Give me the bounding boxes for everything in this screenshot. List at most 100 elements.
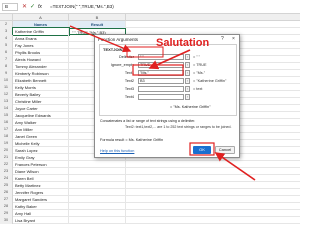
text3-input[interactable] [138,86,184,92]
check-icon[interactable]: ✓ [30,3,35,11]
name-cell[interactable]: Betty Martinez [13,182,69,189]
row-number[interactable]: 21 [0,154,13,161]
row-number[interactable]: 2 [0,21,13,28]
name-cell[interactable]: Christine Miller [13,98,69,105]
row-number[interactable]: 3 [0,28,13,35]
ignore-empty-input[interactable]: TRUE [138,62,184,68]
name-cell[interactable]: Frances Peterson [13,161,69,168]
formula-input[interactable]: =TEXTJOIN(" ",TRUE,"Ms.",B3) [48,2,298,12]
name-cell[interactable]: Sarah Lopez [13,147,69,154]
cancel-icon[interactable]: ✕ [22,3,27,11]
row-number[interactable]: 12 [0,91,13,98]
result-cell[interactable] [69,196,126,203]
table-row: 30 Lisa Bryant [0,217,300,224]
name-cell[interactable]: Kimberly Robinson [13,70,69,77]
delimiter-input[interactable]: " " [138,54,184,60]
name-cell[interactable]: Phyllis Brooks [13,49,69,56]
header-names[interactable]: Names [13,21,69,28]
name-cell[interactable]: Joyce Carter [13,105,69,112]
range-select-icon[interactable]: ↑ [185,54,190,60]
function-name: TEXTJOIN [103,47,123,52]
row-number[interactable]: 22 [0,161,13,168]
row-number[interactable]: 11 [0,84,13,91]
name-cell[interactable]: Amy Walker [13,119,69,126]
result-cell[interactable] [69,210,126,217]
name-cell[interactable]: Amy Hall [13,210,69,217]
text1-input[interactable]: "Ms." [138,70,184,76]
text4-input[interactable] [138,94,184,100]
name-cell[interactable]: Lisa Bryant [13,217,69,224]
select-all-corner[interactable] [0,14,13,21]
result-cell[interactable] [69,189,126,196]
row-number[interactable]: 5 [0,42,13,49]
name-box[interactable]: B [2,3,18,11]
row-number[interactable]: 30 [0,217,13,224]
range-select-icon[interactable]: ↑ [185,78,190,84]
name-cell[interactable]: Karen Bell [13,175,69,182]
name-cell[interactable]: Elizabeth Bennett [13,77,69,84]
name-cell[interactable]: Katherine Griffin [12,27,70,36]
row-number[interactable]: 7 [0,56,13,63]
name-cell[interactable]: Alexis Howard [13,56,69,63]
text2-input[interactable]: B3 [138,78,184,84]
row-number[interactable]: 25 [0,182,13,189]
name-cell[interactable]: Jennifer Rogers [13,189,69,196]
name-cell[interactable]: Diane Wilson [13,168,69,175]
row-number[interactable]: 24 [0,175,13,182]
result-cell[interactable] [69,217,126,224]
cancel-button[interactable]: Cancel [215,146,235,154]
row-number[interactable]: 20 [0,147,13,154]
name-cell[interactable]: Michelle Kelly [13,140,69,147]
row-number[interactable]: 13 [0,98,13,105]
result-cell[interactable] [69,175,126,182]
table-row: 24 Karen Bell [0,175,300,182]
row-number[interactable]: 8 [0,63,13,70]
row-number[interactable]: 18 [0,133,13,140]
name-cell[interactable]: Margaret Sanders [13,196,69,203]
fx-icon[interactable]: fx [38,3,42,11]
result-cell[interactable] [69,182,126,189]
name-cell[interactable]: Tommy Alexander [13,63,69,70]
row-number[interactable]: 10 [0,77,13,84]
name-cell[interactable]: Fay Jones [13,42,69,49]
range-select-icon[interactable]: ↑ [185,62,190,68]
help-link[interactable]: Help on this function [100,149,134,153]
table-row: 22 Frances Peterson [0,161,300,168]
result-cell[interactable] [69,161,126,168]
row-number[interactable]: 16 [0,119,13,126]
row-number[interactable]: 15 [0,112,13,119]
row-number[interactable]: 4 [0,35,13,42]
help-icon[interactable]: ? [221,36,224,42]
result-cell[interactable] [69,203,126,210]
range-select-icon[interactable]: ↑ [185,70,190,76]
row-number[interactable]: 17 [0,126,13,133]
range-select-icon[interactable]: ↑ [185,94,190,100]
name-cell[interactable]: Ann Miller [13,126,69,133]
arguments-group: TEXTJOIN Delimiter " " ↑ = " " Ignore_em… [99,44,237,116]
row-number[interactable]: 27 [0,196,13,203]
row-number[interactable]: 6 [0,49,13,56]
column-header-b[interactable]: B [69,14,126,21]
row-number[interactable]: 26 [0,189,13,196]
result-cell[interactable] [69,168,126,175]
name-cell[interactable]: Beverly Bailey [13,91,69,98]
argument-description: Text2: text1,text2,... are 1 to 252 text… [125,125,232,129]
row-number[interactable]: 23 [0,168,13,175]
name-cell[interactable]: Emily Gray [13,154,69,161]
ok-button[interactable]: OK [193,146,211,154]
row-number[interactable]: 14 [0,105,13,112]
name-cell[interactable]: Jacqueline Edwards [13,112,69,119]
name-cell[interactable]: Kathy Baker [13,203,69,210]
row-number[interactable]: 29 [0,210,13,217]
close-icon[interactable]: × [232,36,235,42]
name-cell[interactable]: Janet Green [13,133,69,140]
row-number[interactable]: 9 [0,70,13,77]
row-number[interactable]: 19 [0,140,13,147]
name-cell[interactable]: Kelly Morris [13,84,69,91]
row-number[interactable]: 28 [0,203,13,210]
header-result[interactable]: Result [69,21,126,28]
range-select-icon[interactable]: ↑ [185,86,190,92]
column-header-a[interactable]: A [13,14,69,21]
dialog-title: Function Arguments [98,37,139,42]
name-cell[interactable]: Anna Evans [13,35,69,42]
